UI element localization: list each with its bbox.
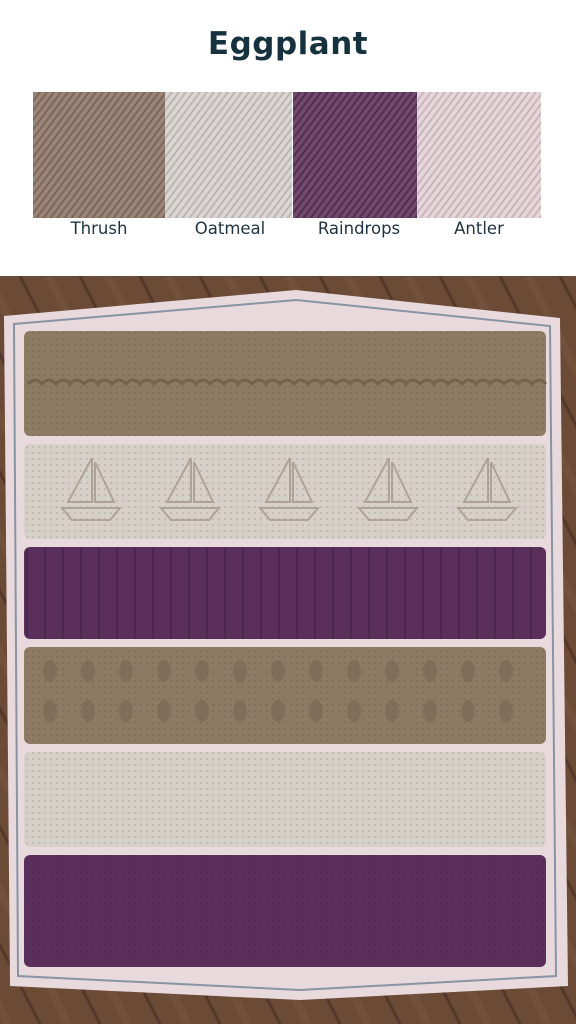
swatch-label-antler: Antler (454, 219, 504, 238)
yarn-swatch-raindrops (293, 92, 417, 218)
yarn-swatch-icon (417, 92, 541, 218)
yarn-swatch-antler (417, 92, 541, 218)
swatch-label-oatmeal: Oatmeal (194, 219, 266, 238)
swatch-label-raindrops: Raindrops (317, 219, 401, 238)
yarn-swatch-oatmeal (165, 92, 292, 218)
yarn-swatch-thrush (33, 92, 165, 218)
page-title: Eggplant (207, 26, 369, 62)
yarn-swatch-icon (33, 92, 165, 218)
yarn-swatch-icon (165, 92, 292, 218)
yarn-swatch-row (33, 92, 541, 218)
swatch-label-thrush: Thrush (70, 219, 128, 238)
yarn-swatch-icon (293, 92, 417, 218)
blanket-photo (0, 276, 576, 1024)
